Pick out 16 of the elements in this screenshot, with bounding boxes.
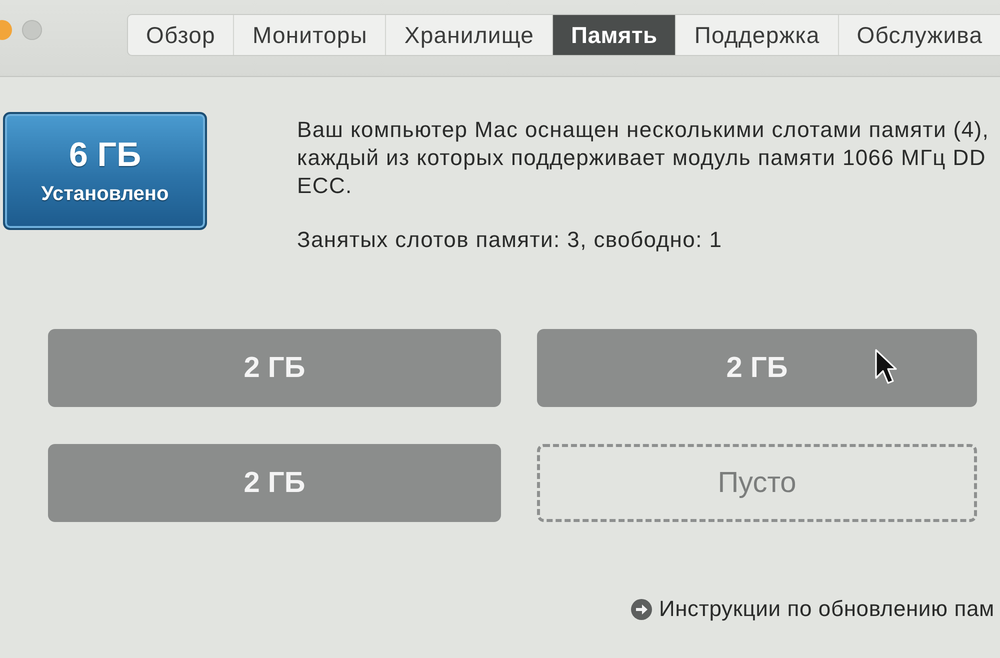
mouse-pointer-icon xyxy=(875,349,897,385)
memory-description: Ваш компьютер Mac оснащен несколькими слотами памяти (4), каждый из которых поддерживает модуль памяти 1066 МГц DD ECC. xyxy=(297,116,990,200)
memory-slot: 2 ГБ xyxy=(48,444,501,522)
memory-total: 6 ГБ xyxy=(68,136,142,174)
tab[interactable]: Поддержка xyxy=(675,15,838,55)
tab[interactable]: Обзор xyxy=(128,15,234,55)
empty-memory-slot: Пусто xyxy=(537,444,977,522)
memory-caption: Установлено xyxy=(41,182,169,206)
memory-slot: 2 ГБ xyxy=(537,329,977,407)
arrow-circle-icon xyxy=(631,598,652,620)
slot-summary: Занятых слотов памяти: 3, свободно: 1 xyxy=(297,226,724,254)
tab[interactable]: Обслужива xyxy=(838,15,1000,55)
tab[interactable]: Мониторы xyxy=(233,15,386,55)
upgrade-instructions-link[interactable]: Инструкции по обновлению пам xyxy=(659,596,994,622)
memory-slot: 2 ГБ xyxy=(48,329,501,407)
tab[interactable]: Память xyxy=(552,15,676,55)
